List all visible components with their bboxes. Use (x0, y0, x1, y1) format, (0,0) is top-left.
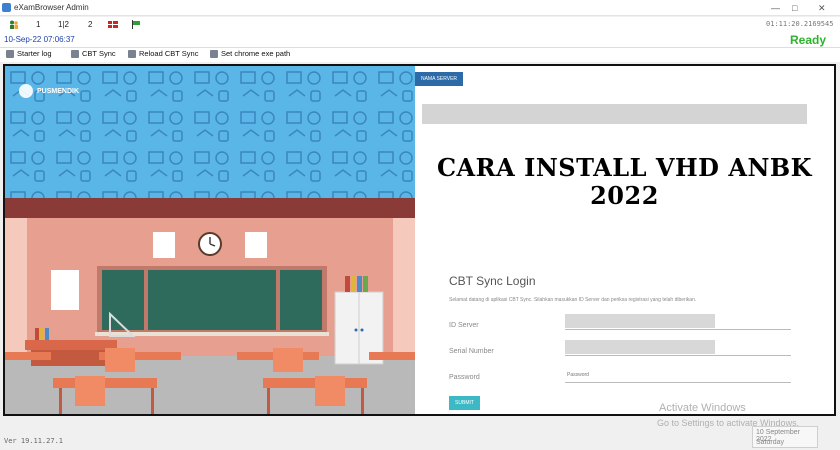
activate-windows-title: Activate Windows (659, 402, 746, 414)
serial-number-input[interactable] (565, 340, 715, 354)
flag-icon[interactable] (108, 20, 118, 29)
headline-line-1: CARA INSTALL VHD ANBK (436, 153, 813, 182)
headline-line-2: 2022 (590, 181, 659, 210)
menu-set-chrome-path[interactable]: Set chrome exe path (210, 49, 290, 58)
id-server-input[interactable] (565, 314, 715, 328)
classroom-image (5, 66, 415, 414)
clock-day: Saturday (756, 439, 785, 446)
classroom-illustration: PUSMENDIK (5, 66, 415, 414)
green-flag-icon[interactable] (131, 20, 141, 29)
taskbar-clock[interactable]: 10 September 2022 Saturday (752, 426, 818, 448)
version-label: Ver 19.11.27.1 (4, 437, 64, 445)
menu-label: Set chrome exe path (221, 49, 291, 58)
menu-label: CBT Sync (82, 49, 116, 58)
password-underline (565, 382, 791, 383)
id-server-label: ID Server (449, 322, 479, 329)
app-icon (2, 3, 11, 12)
action-menu: Starter log CBT Sync Reload CBT Sync Set… (0, 48, 840, 62)
browser-view: PUSMENDIK NAMA SERVER CARA INSTALL VHD A… (3, 64, 836, 416)
pusmendik-logo: PUSMENDIK (19, 84, 79, 98)
menu-label: Reload CBT Sync (139, 49, 199, 58)
bottom-status-bar: Ver 19.11.27.1 Go to Settings to activat… (0, 418, 840, 450)
menu-label: Starter log (17, 49, 52, 58)
password-label: Password (449, 374, 480, 381)
logo-text: PUSMENDIK (37, 87, 80, 95)
server-name-bar (422, 104, 807, 124)
reload-icon (128, 49, 136, 58)
settings-icon (210, 49, 218, 58)
log-icon (6, 49, 14, 58)
count-label-2: 1|2 (58, 20, 69, 29)
ready-status: Ready (790, 33, 827, 47)
sync-icon (71, 49, 79, 58)
minimize-button[interactable]: — (771, 2, 780, 14)
ip-address: 01:11:20.2169545 (766, 20, 834, 28)
window-title: eXamBrowser Admin (14, 3, 89, 12)
count-label-3: 2 (88, 20, 93, 29)
maximize-button[interactable]: □ (792, 2, 797, 14)
submit-button[interactable]: SUBMIT (449, 396, 480, 410)
password-input[interactable]: Password (567, 372, 589, 378)
menu-cbt-sync[interactable]: CBT Sync (71, 49, 116, 58)
menu-starter-log[interactable]: Starter log (6, 49, 52, 58)
serial-number-label: Serial Number (449, 348, 494, 355)
serial-number-underline (565, 355, 791, 356)
menu-reload-cbt-sync[interactable]: Reload CBT Sync (128, 49, 198, 58)
server-name-tag: NAMA SERVER (415, 72, 463, 86)
count-label-1: 1 (36, 20, 41, 29)
login-subtitle: Selamat datang di aplikasi CBT Sync. Sil… (449, 297, 697, 303)
close-button[interactable]: ✕ (818, 2, 826, 14)
users-icon[interactable] (9, 20, 19, 29)
login-title: CBT Sync Login (449, 274, 536, 288)
id-server-underline (565, 329, 791, 330)
logo-emblem-icon (19, 84, 33, 98)
status-row: 10-Sep-22 07:06:37 Ready (0, 32, 840, 48)
window-titlebar: eXamBrowser Admin — □ ✕ (0, 0, 840, 16)
top-toolbar: 1 1|2 2 01:11:20.2169545 (0, 17, 840, 32)
login-panel: NAMA SERVER CARA INSTALL VHD ANBK 2022 C… (415, 66, 834, 414)
datetime-label: 10-Sep-22 07:06:37 (4, 35, 75, 44)
headline-overlay: CARA INSTALL VHD ANBK 2022 (415, 154, 834, 210)
